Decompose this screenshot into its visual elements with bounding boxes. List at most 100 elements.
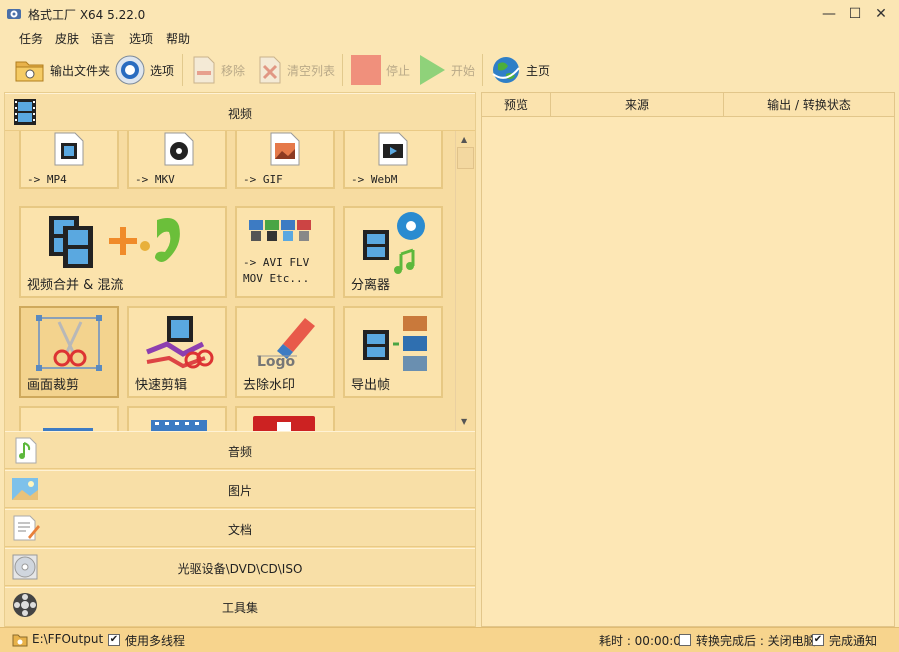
tile-more-3[interactable] — [235, 406, 335, 431]
tile-avi-label-line1: -> AVI FLV — [243, 256, 310, 269]
tile-avi-label-line2: MOV Etc... — [243, 272, 310, 285]
shutdown-label: 转换完成后 : 关闭电脑 — [696, 634, 816, 648]
splitter-icon — [363, 212, 425, 274]
tile-merge-label: 视频合并 & 混流 — [27, 278, 124, 293]
output-path[interactable]: E:\FFOutput — [32, 632, 103, 646]
task-list-panel[interactable]: 预览 来源 输出 / 转换状态 — [481, 92, 895, 627]
clear-list-button[interactable]: 清空列表 — [257, 52, 335, 88]
output-folder-button[interactable]: 输出文件夹 — [14, 52, 110, 88]
menu-help[interactable]: 帮助 — [166, 30, 190, 47]
multithread-checkbox[interactable]: ✔ — [108, 634, 120, 646]
toolbar-separator — [482, 54, 483, 86]
menu-skin[interactable]: 皮肤 — [55, 30, 79, 47]
minimize-button[interactable]: — — [816, 4, 842, 24]
scroll-up-icon[interactable]: ▲ — [461, 135, 467, 144]
tile-remove-watermark-label: 去除水印 — [243, 378, 296, 393]
elapsed-time: 耗时 : 00:00:00 — [599, 634, 689, 648]
output-folder-label: 输出文件夹 — [50, 63, 111, 78]
gif-file-icon — [270, 132, 300, 166]
category-audio[interactable]: 音频 — [5, 431, 475, 469]
category-optical[interactable]: 光驱设备\DVD\CD\ISO — [5, 548, 475, 586]
remove-button[interactable]: 移除 — [191, 52, 245, 88]
tile-mp4[interactable]: -> MP4 — [19, 131, 119, 189]
scrollbar-thumb[interactable] — [457, 147, 474, 169]
tile-merge[interactable]: 视频合并 & 混流 — [19, 206, 227, 298]
notify-checkbox[interactable]: ✔ — [812, 634, 824, 646]
tiles-scrollbar[interactable]: ▲ ▼ — [455, 131, 475, 431]
crop-scissors-icon — [36, 315, 102, 371]
export-frames-icon — [363, 316, 427, 371]
film-icon — [151, 420, 207, 431]
play-icon — [420, 55, 445, 85]
stop-button[interactable]: 停止 — [350, 52, 410, 88]
category-document-label: 文档 — [227, 523, 252, 537]
category-video-label: 视频 — [227, 107, 252, 121]
mp4-file-icon — [54, 132, 84, 166]
quick-cut-icon — [146, 316, 214, 369]
tile-webm-label: -> WebM — [351, 173, 398, 186]
merge-video-audio-icon — [49, 216, 180, 268]
maximize-button[interactable]: ☐ — [842, 4, 868, 24]
output-folder-icon — [12, 634, 28, 647]
stop-icon — [351, 55, 381, 85]
category-toolbox[interactable]: 工具集 — [5, 587, 475, 627]
category-toolbox-label: 工具集 — [221, 601, 258, 615]
tile-gif-label: -> GIF — [243, 173, 283, 186]
eraser-logo-icon: Logo — [257, 318, 315, 370]
close-button[interactable]: ✕ — [868, 4, 894, 24]
remove-icon — [193, 56, 215, 84]
tile-more-1[interactable] — [19, 406, 119, 431]
column-source[interactable]: 来源 — [551, 93, 724, 117]
stop-label: 停止 — [386, 63, 411, 78]
webm-file-icon — [378, 132, 408, 166]
column-preview[interactable]: 预览 — [482, 93, 551, 117]
category-image[interactable]: 图片 — [5, 470, 475, 508]
tile-quick-cut-label: 快速剪辑 — [135, 378, 188, 393]
tile-mkv-label: -> MKV — [135, 173, 175, 186]
multi-format-icon — [249, 220, 311, 241]
clear-list-label: 清空列表 — [287, 63, 336, 78]
svg-text:Logo: Logo — [257, 354, 296, 370]
home-button[interactable]: 主页 — [490, 52, 550, 88]
tile-splitter[interactable]: 分离器 — [343, 206, 443, 298]
category-image-label: 图片 — [227, 484, 252, 498]
tile-mp4-label: -> MP4 — [27, 173, 67, 186]
multithread-label: 使用多线程 — [125, 634, 186, 648]
tile-gif[interactable]: -> GIF — [235, 131, 335, 189]
app-logo-icon — [7, 9, 21, 19]
menu-task[interactable]: 任务 — [19, 30, 43, 47]
status-bar: E:\FFOutput ✔ 使用多线程 耗时 : 00:00:00 转换完成后 … — [0, 627, 899, 652]
start-button[interactable]: 开始 — [417, 52, 475, 88]
options-button[interactable]: 选项 — [114, 52, 174, 88]
tile-webm[interactable]: -> WebM — [343, 131, 443, 189]
scroll-down-icon[interactable]: ▼ — [461, 417, 467, 426]
remove-label: 移除 — [221, 63, 246, 78]
tile-export-frames-label: 导出帧 — [351, 378, 391, 393]
column-output-status[interactable]: 输出 / 转换状态 — [724, 93, 894, 117]
title-bar: 格式工厂 X64 5.22.0 — ☐ ✕ — [0, 0, 899, 28]
options-label: 选项 — [150, 63, 175, 78]
screen-record-icon — [253, 416, 315, 431]
tile-export-frames[interactable]: 导出帧 — [343, 306, 443, 398]
category-document[interactable]: 文档 — [5, 509, 475, 547]
task-list-header: 预览 来源 输出 / 转换状态 — [482, 93, 894, 117]
tile-remove-watermark[interactable]: Logo 去除水印 — [235, 306, 335, 398]
tile-crop-label: 画面裁剪 — [27, 378, 80, 393]
home-label: 主页 — [526, 63, 551, 78]
toolbar: 输出文件夹 选项 移除 清空列表 停止 开始 主页 — [0, 48, 899, 92]
menu-language[interactable]: 语言 — [91, 30, 115, 47]
tile-crop[interactable]: 画面裁剪 — [19, 306, 119, 398]
tile-more-2[interactable] — [127, 406, 227, 431]
category-video[interactable]: 视频 — [5, 93, 475, 131]
menu-options[interactable]: 选项 — [129, 30, 153, 47]
tile-quick-cut[interactable]: 快速剪辑 — [127, 306, 227, 398]
start-label: 开始 — [451, 63, 476, 78]
category-audio-label: 音频 — [227, 445, 252, 459]
gear-options-icon — [115, 55, 145, 85]
menu-bar: 任务 皮肤 语言 选项 帮助 — [0, 28, 899, 48]
tile-avi-flv-mov[interactable]: -> AVI FLV MOV Etc... — [235, 206, 335, 298]
video-tools-grid: -> MP4 -> MKV -> GIF -> WebM 视频合并 & 混流 -… — [5, 131, 455, 431]
toolbar-separator — [342, 54, 343, 86]
shutdown-checkbox[interactable] — [679, 634, 691, 646]
tile-mkv[interactable]: -> MKV — [127, 131, 227, 189]
